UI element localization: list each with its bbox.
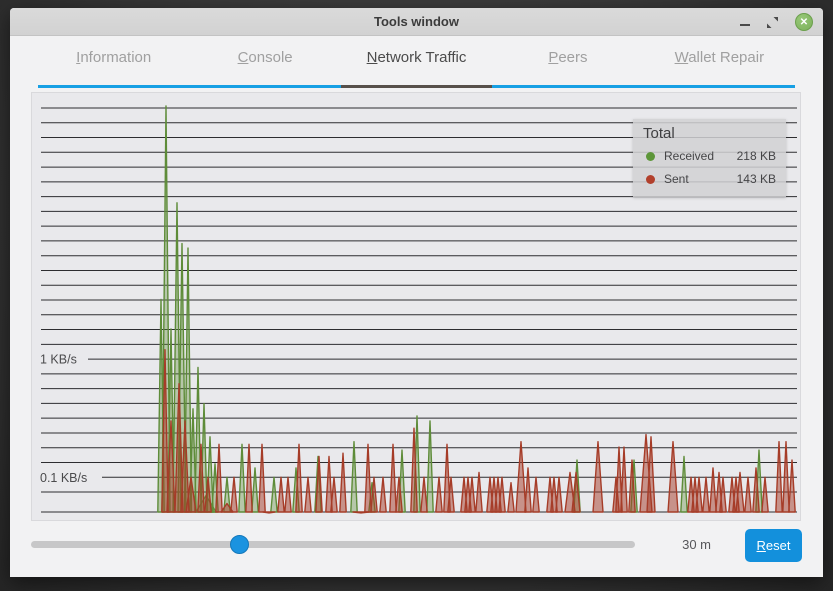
sent-dot-icon — [646, 175, 655, 184]
tab-bar: Information Console Network Traffic Peer… — [38, 36, 795, 88]
restore-icon[interactable] — [766, 16, 779, 29]
legend-value: 218 KB — [737, 149, 776, 163]
received-dot-icon — [646, 152, 655, 161]
time-range-label: 30 m — [651, 537, 711, 552]
legend-row-sent: Sent 143 KB — [643, 172, 776, 186]
tab-information[interactable]: Information — [38, 36, 189, 88]
tab-wallet-repair[interactable]: Wallet Repair — [644, 36, 795, 88]
window-title: Tools window — [374, 14, 459, 29]
legend-title: Total — [643, 125, 776, 142]
titlebar[interactable]: Tools window ✕ — [10, 8, 823, 36]
tab-console[interactable]: Console — [189, 36, 340, 88]
tab-network-traffic[interactable]: Network Traffic — [341, 36, 492, 88]
svg-text:1 KB/s: 1 KB/s — [40, 353, 77, 367]
traffic-legend: Total Received 218 KB Sent 143 KB — [633, 119, 786, 197]
window-controls: ✕ — [740, 8, 813, 36]
time-range-slider-track[interactable] — [31, 541, 635, 548]
tab-peers[interactable]: Peers — [492, 36, 643, 88]
legend-value: 143 KB — [737, 172, 776, 186]
reset-button[interactable]: Reset — [745, 529, 802, 562]
minimize-icon[interactable] — [740, 24, 750, 26]
network-traffic-chart: 1 KB/s 0.1 KB/s Total Received 218 KB Sen… — [31, 92, 801, 521]
legend-row-received: Received 218 KB — [643, 149, 776, 163]
legend-label: Sent — [664, 172, 689, 186]
time-range-slider-handle[interactable] — [230, 535, 249, 554]
legend-label: Received — [664, 149, 714, 163]
svg-text:0.1 KB/s: 0.1 KB/s — [40, 471, 87, 485]
tools-window: Tools window ✕ Information Console Netwo… — [10, 8, 823, 577]
close-icon[interactable]: ✕ — [795, 13, 813, 31]
